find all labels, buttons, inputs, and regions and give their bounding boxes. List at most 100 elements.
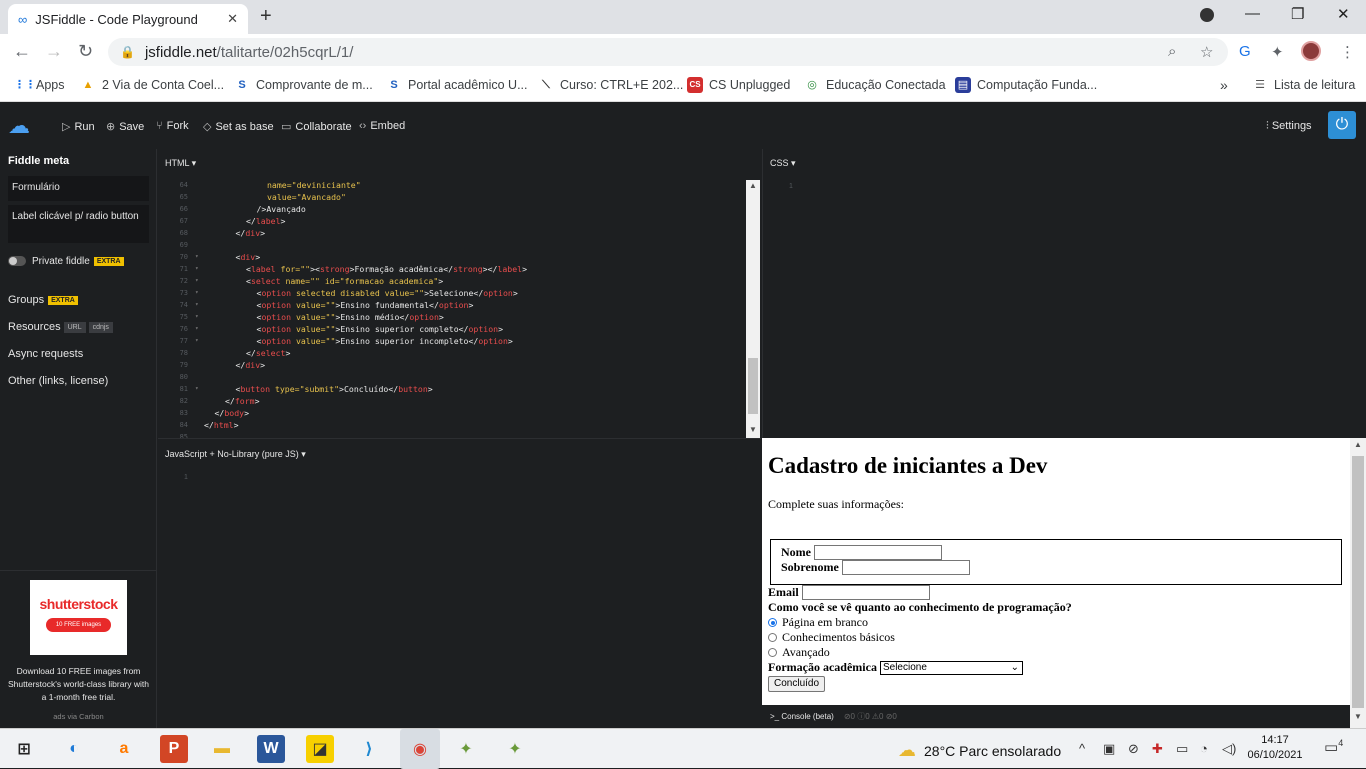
save-button[interactable]: ⊕ Save [106,120,144,134]
radio-button[interactable] [768,648,777,657]
code-line[interactable]: 74 ▾ <option value="">Ensino fundamental</… [158,299,746,311]
scroll-up-icon[interactable]: ▲ [749,181,757,190]
code-line[interactable]: 84 </html> [158,419,746,431]
bookmark-computacao[interactable]: ▤ Computação Funda... [955,77,1097,93]
zoom-icon[interactable]: ⌕ [1168,43,1176,60]
scroll-up-icon[interactable]: ▲ [1354,440,1362,449]
html-code-editor[interactable]: 64 name="deviniciante" 65 value="Avancado" 6… [158,179,746,439]
bookmark-comprovante[interactable]: S Comprovante de m... [234,77,372,93]
fold-arrow-icon[interactable]: ▾ [195,383,199,395]
vscode-icon[interactable]: ⟩ [355,735,383,763]
scroll-down-icon[interactable]: ▼ [1354,712,1362,721]
bookmarks-overflow[interactable]: » [1220,77,1228,93]
file-explorer-icon[interactable]: ▬ [208,735,236,763]
radio-button[interactable] [768,633,777,642]
meet-now-icon[interactable]: ▣ [1103,741,1115,757]
sticky-notes-icon[interactable]: ◪ [306,735,334,763]
notifications-icon[interactable]: ▭4 [1324,738,1343,756]
back-icon[interactable]: ← [13,41,31,62]
embed-button[interactable]: ‹› Embed [359,120,405,132]
bookmark-coelba[interactable]: ▲ 2 Via de Conta Coel... [80,77,225,93]
profile-avatar[interactable] [1301,41,1321,61]
fold-arrow-icon[interactable]: ▾ [195,299,199,311]
groups-link[interactable]: Groups EXTRA [8,294,78,306]
code-line[interactable]: 71 ▾ <label for=""><strong>Formação acadêm… [158,263,746,275]
maximize-icon[interactable]: ❐ [1291,5,1304,23]
app-icon[interactable]: ✦ [501,735,529,763]
shutterstock-ad-image[interactable]: shutterstock 10 FREE images [30,580,127,655]
js-pane-title[interactable]: JavaScript + No-Library (pure JS) ▾ [165,449,306,460]
code-line[interactable]: 81 ▾ <button type="submit">Concluído</butt… [158,383,746,395]
code-line[interactable]: 69 [158,239,746,251]
fold-arrow-icon[interactable]: ▾ [195,323,199,335]
reload-icon[interactable]: ↻ [78,41,93,62]
code-line[interactable]: 67 </label> [158,215,746,227]
result-scrollbar[interactable]: ▲ ▼ [1350,438,1366,728]
new-tab-icon[interactable]: + [260,5,272,28]
fold-arrow-icon[interactable]: ▾ [195,275,199,287]
app-icon[interactable]: ✦ [452,735,480,763]
code-line[interactable]: 66 />Avançado [158,203,746,215]
login-power-icon[interactable]: ⏻ [1328,111,1356,139]
app-tray-icon[interactable]: ✚ [1152,741,1163,757]
code-line[interactable]: 75 ▾ <option value="">Ensino médio</option… [158,311,746,323]
css-pane-title[interactable]: CSS ▾ [770,158,796,169]
fold-arrow-icon[interactable]: ▾ [195,287,199,299]
chrome-menu-icon[interactable]: ⋮ [1340,43,1355,61]
fiddle-title-input[interactable]: Formulário [8,176,149,201]
code-line[interactable]: 80 [158,371,746,383]
chevron-up-icon[interactable]: ^ [1079,741,1085,756]
css-editor-pane[interactable]: CSS ▾ 1 [762,149,1366,438]
code-line[interactable]: 76 ▾ <option value="">Ensino superior comp… [158,323,746,335]
minimize-icon[interactable]: — [1245,5,1260,22]
code-line[interactable]: 68 </div> [158,227,746,239]
word-icon[interactable]: W [257,735,285,763]
avast-icon[interactable]: a [110,735,138,763]
settings-button[interactable]: ⫶ Settings [1266,120,1312,133]
jsfiddle-logo-icon[interactable]: ☁ [8,113,42,139]
scrollbar-thumb[interactable] [748,358,758,414]
fold-arrow-icon[interactable]: ▾ [195,263,199,275]
email-input[interactable] [801,585,930,600]
set-as-base-button[interactable]: ◇ Set as base [203,120,274,134]
async-requests-link[interactable]: Async requests [8,348,83,360]
code-line[interactable]: 65 value="Avancado" [158,191,746,203]
battery-icon[interactable]: ▭ [1176,741,1188,757]
extensions-icon[interactable]: ✦ [1271,43,1284,61]
fork-button[interactable]: ⑂ Fork [156,120,189,132]
bookmark-apps[interactable]: ⋮⋮ Apps [14,77,65,93]
result-scrollbar-thumb[interactable] [1352,456,1364,708]
wifi-icon[interactable]: ◔ [1200,741,1208,756]
radio-option-basic[interactable]: Conhecimentos básicos [768,630,895,645]
edge-icon[interactable]: ◐ [60,735,88,763]
fiddle-description-input[interactable]: Label clicável p/ radio button [8,205,149,243]
private-fiddle-toggle[interactable] [8,256,26,266]
fold-arrow-icon[interactable]: ▾ [195,311,199,323]
fold-arrow-icon[interactable]: ▾ [195,335,199,347]
console-label[interactable]: >_ Console (beta) [770,712,834,721]
powerpoint-icon[interactable]: P [160,735,188,763]
browser-tab[interactable]: ∞ JSFiddle - Code Playground ✕ [8,4,248,34]
resources-link[interactable]: Resources URL cdnjs [8,321,113,333]
run-button[interactable]: ▷ Run [62,120,95,134]
radio-button[interactable] [768,618,777,627]
reading-list[interactable]: ☰ Lista de leitura [1252,77,1355,93]
bookmark-star-icon[interactable]: ☆ [1200,43,1213,61]
collaborate-button[interactable]: ▭ Collaborate [281,120,352,134]
ad-via[interactable]: ads via Carbon [0,712,157,721]
code-line[interactable]: 64 name="deviniciante" [158,179,746,191]
code-line[interactable]: 83 </body> [158,407,746,419]
sobrenome-input[interactable] [841,560,970,575]
nome-input[interactable] [814,545,942,560]
address-bar[interactable]: 🔒 jsfiddle.net/talitarte/02h5cqrL/1/ [108,38,1228,66]
chrome-taskbar-icon[interactable]: ◉ [400,729,440,769]
code-line[interactable]: 73 ▾ <option selected disabled value="">Se… [158,287,746,299]
scroll-down-icon[interactable]: ▼ [749,425,757,434]
submit-button[interactable]: Concluído [768,676,826,692]
tab-search-icon[interactable] [1200,8,1214,22]
js-editor-pane[interactable]: JavaScript + No-Library (pure JS) ▾ 1 [158,438,761,728]
formacao-select[interactable]: Selecione ⌄ [879,660,1023,675]
close-window-icon[interactable]: ✕ [1337,5,1350,23]
weather-widget[interactable]: ☁ 28°C Parc ensolarado [898,740,1061,761]
system-clock[interactable]: 14:17 06/10/2021 [1245,733,1305,763]
